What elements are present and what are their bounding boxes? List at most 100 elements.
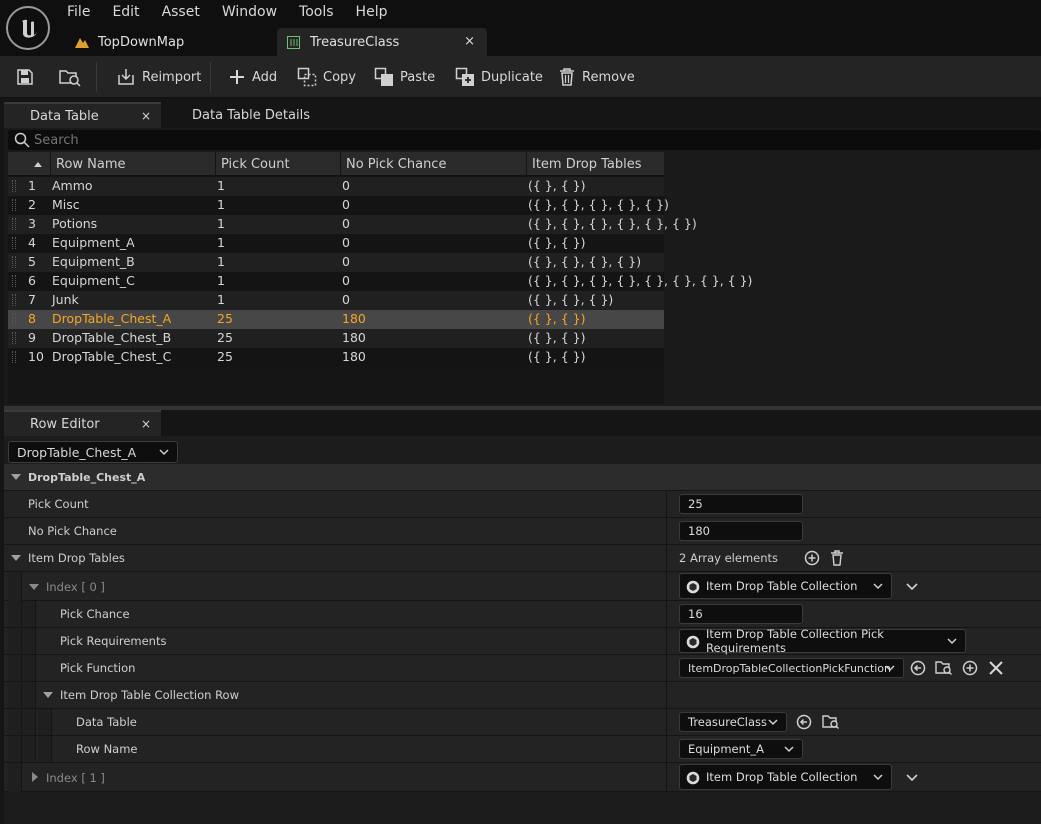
data-table-dropdown[interactable]: TreasureClass <box>679 712 787 732</box>
index-0-struct-value: Item Drop Table Collection <box>706 579 858 593</box>
value-divider <box>666 545 667 571</box>
sort-column-header[interactable] <box>28 152 50 176</box>
indent-guide <box>22 709 36 735</box>
chevron-down-icon <box>159 449 169 456</box>
table-row[interactable]: 2 Misc 1 0 ({ }, { }, { }, { }, { }) <box>8 196 669 215</box>
chevron-down-icon <box>768 719 778 726</box>
remove-label: Remove <box>582 69 635 85</box>
index-1-struct-picker[interactable]: Item Drop Table Collection <box>679 764 892 790</box>
table-row[interactable]: 8 DropTable_Chest_A 25 180 ({ }, { }) <box>8 310 664 329</box>
save-icon <box>17 69 33 85</box>
tab-row-editor[interactable]: Row Editor × <box>4 410 161 436</box>
row-number-cell: 1 <box>28 178 36 193</box>
index-0-struct-picker[interactable]: Item Drop Table Collection <box>679 573 892 599</box>
add-element-icon[interactable] <box>804 550 820 566</box>
drag-handle-icon[interactable] <box>12 199 16 211</box>
data-table-label: Data Table <box>76 715 137 729</box>
data-table-editor-window: File Edit Asset Window Tools Help TopDow… <box>0 0 1041 824</box>
use-selected-icon[interactable] <box>796 714 812 730</box>
category-header[interactable]: DropTable_Chest_A <box>4 464 1041 491</box>
browse-button[interactable] <box>58 56 88 98</box>
pick-count-cell: 1 <box>217 178 225 193</box>
pick-count-input[interactable]: 25 <box>679 494 803 514</box>
column-header-pick-count[interactable]: Pick Count <box>215 152 340 176</box>
unreal-logo-icon[interactable] <box>6 6 50 50</box>
chevron-down-icon[interactable] <box>906 582 918 591</box>
menu-window[interactable]: Window <box>211 0 288 24</box>
trash-icon[interactable] <box>830 550 844 566</box>
struct-icon <box>686 635 700 649</box>
tab-treasureclass[interactable]: TreasureClass × <box>277 28 487 56</box>
use-selected-icon[interactable] <box>910 660 926 676</box>
drag-handle-icon[interactable] <box>12 332 16 344</box>
browse-folder-icon <box>59 70 81 87</box>
add-icon[interactable] <box>962 660 978 676</box>
column-header-row-name[interactable]: Row Name <box>50 152 215 176</box>
table-row[interactable]: 9 DropTable_Chest_B 25 180 ({ }, { }) <box>8 329 664 348</box>
chevron-down-icon <box>885 665 895 672</box>
pick-count-cell: 1 <box>217 216 225 231</box>
menu-edit[interactable]: Edit <box>101 0 150 24</box>
reimport-button[interactable]: Reimport <box>116 56 201 98</box>
pick-requirements-struct-picker[interactable]: Item Drop Table Collection Pick Requirem… <box>679 627 966 655</box>
drag-handle-icon[interactable] <box>12 313 16 325</box>
tab-label: Row Editor <box>30 416 100 432</box>
tab-topdownmap[interactable]: TopDownMap <box>64 28 274 56</box>
drag-handle-icon[interactable] <box>12 180 16 192</box>
duplicate-button[interactable]: Duplicate <box>455 56 543 98</box>
menu-file[interactable]: File <box>56 0 101 24</box>
add-icon <box>230 70 244 84</box>
reimport-icon <box>118 69 134 85</box>
item-drop-tables-cell: ({ }, { }, { }, { }, { }, { }, { }, { }) <box>528 273 753 288</box>
drag-handle-icon[interactable] <box>12 218 16 230</box>
value-divider <box>666 518 667 544</box>
paste-label: Paste <box>400 69 436 85</box>
add-button[interactable]: Add <box>228 56 277 98</box>
column-header-item-drop-tables[interactable]: Item Drop Tables <box>526 152 664 176</box>
table-row[interactable]: 3 Potions 1 0 ({ }, { }, { }, { }, { }, { }) <box>8 215 697 234</box>
clear-icon[interactable] <box>989 661 1003 675</box>
paste-button[interactable]: Paste <box>374 56 435 98</box>
property-row-pick-count: Pick Count 25 <box>4 491 1041 518</box>
close-panel-icon[interactable]: × <box>141 109 151 123</box>
collapse-arrow-icon[interactable] <box>43 691 53 699</box>
table-row[interactable]: 1 Ammo 1 0 ({ }, { }) <box>8 177 664 196</box>
pick-chance-input[interactable]: 16 <box>679 604 803 624</box>
copy-button[interactable]: Copy <box>297 56 356 98</box>
drag-handle-icon[interactable] <box>12 256 16 268</box>
close-panel-icon[interactable]: × <box>141 417 151 431</box>
search-input[interactable] <box>34 132 434 148</box>
table-row[interactable]: 6 Equipment_C 1 0 ({ }, { }, { }, { }, { }, … <box>8 272 752 291</box>
menu-tools[interactable]: Tools <box>288 0 345 24</box>
collapse-arrow-icon[interactable] <box>29 583 39 591</box>
row-name-cell: Misc <box>52 197 80 212</box>
row-name-dropdown[interactable]: Equipment_A <box>679 739 803 759</box>
expand-arrow-icon[interactable] <box>11 554 21 562</box>
menu-help[interactable]: Help <box>345 0 399 24</box>
browse-folder-icon[interactable] <box>935 660 953 676</box>
remove-button[interactable]: Remove <box>558 56 635 98</box>
tab-data-table[interactable]: Data Table × <box>4 102 161 128</box>
table-row[interactable]: 7 Junk 1 0 ({ }, { }, { }) <box>8 291 664 310</box>
no-pick-chance-input[interactable]: 180 <box>679 521 803 541</box>
chevron-down-icon <box>947 638 957 645</box>
close-tab-icon[interactable]: × <box>464 34 475 49</box>
menu-asset[interactable]: Asset <box>151 0 211 24</box>
chevron-down-icon[interactable] <box>906 773 918 782</box>
tab-data-table-details[interactable]: Data Table Details <box>166 102 326 128</box>
drag-handle-icon[interactable] <box>12 294 16 306</box>
column-header-no-pick-chance[interactable]: No Pick Chance <box>340 152 526 176</box>
table-row[interactable]: 4 Equipment_A 1 0 ({ }, { }) <box>8 234 664 253</box>
save-button[interactable] <box>16 56 40 98</box>
row-selector-dropdown[interactable]: DropTable_Chest_A <box>8 441 178 463</box>
table-row[interactable]: 5 Equipment_B 1 0 ({ }, { }, { }, { }) <box>8 253 664 272</box>
browse-folder-icon[interactable] <box>822 714 840 730</box>
item-drop-tables-cell: ({ }, { }, { }, { }, { }, { }) <box>528 216 697 231</box>
expand-arrow-icon[interactable] <box>31 772 39 782</box>
data-table-value: TreasureClass <box>688 715 768 729</box>
drag-handle-icon[interactable] <box>12 237 16 249</box>
table-row[interactable]: 10 DropTable_Chest_C 25 180 ({ }, { }) <box>8 348 664 367</box>
drag-handle-icon[interactable] <box>12 351 16 363</box>
drag-handle-icon[interactable] <box>12 275 16 287</box>
pick-function-dropdown[interactable]: ItemDropTableCollectionPickFunction <box>679 658 904 678</box>
